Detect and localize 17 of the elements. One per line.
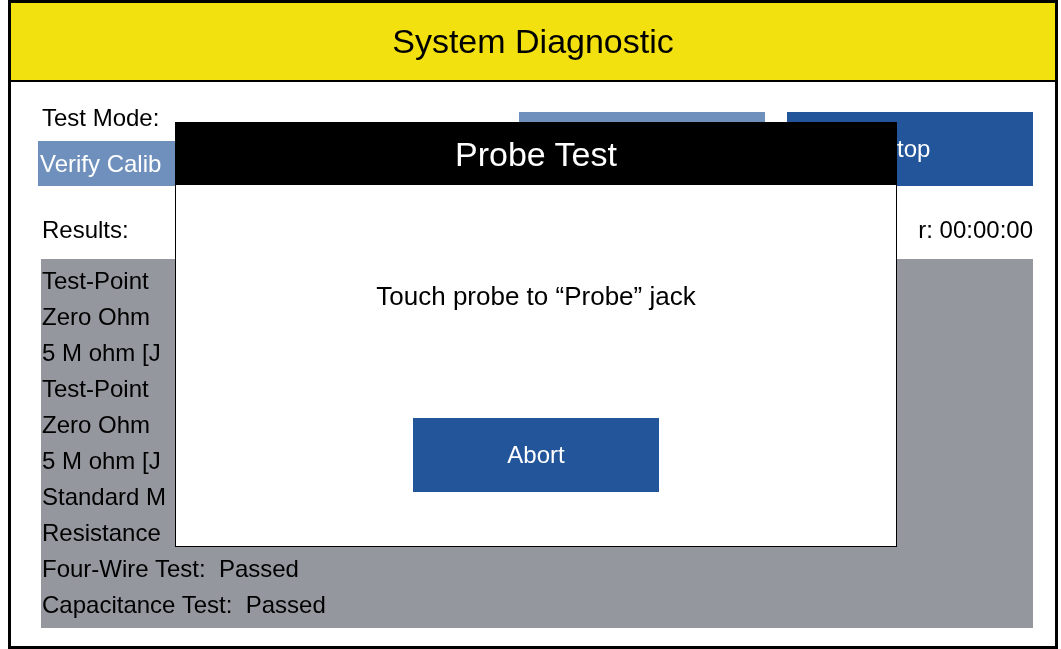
result-line: 5 M ohm [J xyxy=(41,338,161,368)
result-line: Test-Point xyxy=(41,266,149,296)
window-title: System Diagnostic xyxy=(392,22,674,61)
result-line: Standard M xyxy=(41,482,167,512)
result-line: Zero Ohm xyxy=(41,302,151,332)
result-line: Test-Point xyxy=(41,374,149,404)
dialog-title: Probe Test xyxy=(455,134,617,174)
dialog-message: Touch probe to “Probe” jack xyxy=(376,281,696,312)
result-line: Zero Ohm xyxy=(41,410,151,440)
abort-button[interactable]: Abort xyxy=(413,418,659,492)
result-line: Capacitance Test: Passed xyxy=(41,590,326,620)
timer-text: r: 00:00:00 xyxy=(918,216,1033,245)
results-label: Results: xyxy=(42,216,129,245)
result-line: Four-Wire Test: Passed xyxy=(41,554,299,584)
test-mode-label: Test Mode: xyxy=(42,104,161,132)
result-line: Resistance xyxy=(41,518,161,548)
result-line: 5 M ohm [J xyxy=(41,446,161,476)
